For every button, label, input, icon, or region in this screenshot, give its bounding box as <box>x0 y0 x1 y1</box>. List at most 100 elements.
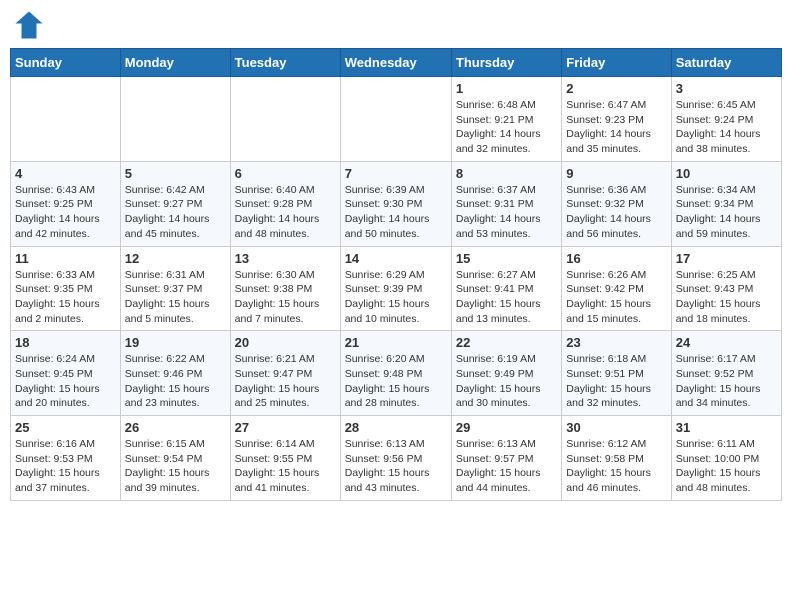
day-info: Sunrise: 6:15 AM Sunset: 9:54 PM Dayligh… <box>125 437 226 496</box>
day-cell: 10 Sunrise: 6:34 AM Sunset: 9:34 PM Dayli… <box>671 161 781 246</box>
day-number: 30 <box>566 420 666 435</box>
day-cell: 14Sunrise: 6:29 AM Sunset: 9:39 PM Dayli… <box>340 246 451 331</box>
day-cell: 4 Sunrise: 6:43 AM Sunset: 9:25 PM Daylig… <box>11 161 121 246</box>
day-cell: 26 Sunrise: 6:15 AM Sunset: 9:54 PM Dayli… <box>120 416 230 501</box>
day-cell: 11 Sunrise: 6:33 AM Sunset: 9:35 PM Dayli… <box>11 246 121 331</box>
day-number: 17 <box>676 251 777 266</box>
day-header-thursday: Thursday <box>451 49 561 77</box>
day-cell: 19 Sunrise: 6:22 AM Sunset: 9:46 PM Dayli… <box>120 331 230 416</box>
week-row-5: 25 Sunrise: 6:16 AM Sunset: 9:53 PM Dayli… <box>11 416 782 501</box>
page-header <box>10 10 782 40</box>
day-info: Sunrise: 6:47 AM Sunset: 9:23 PM Dayligh… <box>566 98 666 157</box>
day-cell: 15 Sunrise: 6:27 AM Sunset: 9:41 PM Dayli… <box>451 246 561 331</box>
day-cell <box>120 77 230 162</box>
day-info: Sunrise: 6:34 AM Sunset: 9:34 PM Dayligh… <box>676 183 777 242</box>
day-header-monday: Monday <box>120 49 230 77</box>
day-number: 11 <box>15 251 116 266</box>
day-cell <box>340 77 451 162</box>
day-cell: 7Sunrise: 6:39 AM Sunset: 9:30 PM Daylig… <box>340 161 451 246</box>
day-cell: 21 Sunrise: 6:20 AM Sunset: 9:48 PM Dayli… <box>340 331 451 416</box>
day-info: Sunrise: 6:24 AM Sunset: 9:45 PM Dayligh… <box>15 352 116 411</box>
day-cell <box>11 77 121 162</box>
day-number: 14 <box>345 251 447 266</box>
header-row: SundayMondayTuesdayWednesdayThursdayFrid… <box>11 49 782 77</box>
day-info: Sunrise: 6:33 AM Sunset: 9:35 PM Dayligh… <box>15 268 116 327</box>
day-cell: 3 Sunrise: 6:45 AM Sunset: 9:24 PM Daylig… <box>671 77 781 162</box>
day-number: 15 <box>456 251 557 266</box>
week-row-2: 4 Sunrise: 6:43 AM Sunset: 9:25 PM Daylig… <box>11 161 782 246</box>
day-number: 18 <box>15 335 116 350</box>
day-number: 31 <box>676 420 777 435</box>
day-number: 25 <box>15 420 116 435</box>
day-number: 29 <box>456 420 557 435</box>
day-info: Sunrise: 6:26 AM Sunset: 9:42 PM Dayligh… <box>566 268 666 327</box>
day-info: Sunrise: 6:21 AM Sunset: 9:47 PM Dayligh… <box>235 352 336 411</box>
day-info: Sunrise: 6:17 AM Sunset: 9:52 PM Dayligh… <box>676 352 777 411</box>
day-number: 24 <box>676 335 777 350</box>
day-info: Sunrise: 6:48 AM Sunset: 9:21 PM Dayligh… <box>456 98 557 157</box>
day-cell: 29 Sunrise: 6:13 AM Sunset: 9:57 PM Dayli… <box>451 416 561 501</box>
day-cell: 30 Sunrise: 6:12 AM Sunset: 9:58 PM Dayli… <box>562 416 671 501</box>
day-cell: 9 Sunrise: 6:36 AM Sunset: 9:32 PM Daylig… <box>562 161 671 246</box>
day-header-saturday: Saturday <box>671 49 781 77</box>
day-cell: 20 Sunrise: 6:21 AM Sunset: 9:47 PM Dayli… <box>230 331 340 416</box>
day-header-friday: Friday <box>562 49 671 77</box>
day-info: Sunrise: 6:36 AM Sunset: 9:32 PM Dayligh… <box>566 183 666 242</box>
day-cell: 12Sunrise: 6:31 AM Sunset: 9:37 PM Dayli… <box>120 246 230 331</box>
day-info: Sunrise: 6:19 AM Sunset: 9:49 PM Dayligh… <box>456 352 557 411</box>
day-number: 12 <box>125 251 226 266</box>
day-number: 27 <box>235 420 336 435</box>
day-info: Sunrise: 6:16 AM Sunset: 9:53 PM Dayligh… <box>15 437 116 496</box>
day-info: Sunrise: 6:30 AM Sunset: 9:38 PM Dayligh… <box>235 268 336 327</box>
day-info: Sunrise: 6:43 AM Sunset: 9:25 PM Dayligh… <box>15 183 116 242</box>
day-cell: 16Sunrise: 6:26 AM Sunset: 9:42 PM Dayli… <box>562 246 671 331</box>
calendar-table: SundayMondayTuesdayWednesdayThursdayFrid… <box>10 48 782 501</box>
day-info: Sunrise: 6:13 AM Sunset: 9:57 PM Dayligh… <box>456 437 557 496</box>
day-cell: 31 Sunrise: 6:11 AM Sunset: 10:00 PM Dayl… <box>671 416 781 501</box>
day-number: 7 <box>345 166 447 181</box>
day-info: Sunrise: 6:12 AM Sunset: 9:58 PM Dayligh… <box>566 437 666 496</box>
day-cell: 2 Sunrise: 6:47 AM Sunset: 9:23 PM Daylig… <box>562 77 671 162</box>
day-info: Sunrise: 6:11 AM Sunset: 10:00 PM Daylig… <box>676 437 777 496</box>
day-number: 26 <box>125 420 226 435</box>
day-number: 2 <box>566 81 666 96</box>
day-cell: 28Sunrise: 6:13 AM Sunset: 9:56 PM Dayli… <box>340 416 451 501</box>
day-info: Sunrise: 6:18 AM Sunset: 9:51 PM Dayligh… <box>566 352 666 411</box>
day-cell: 5 Sunrise: 6:42 AM Sunset: 9:27 PM Daylig… <box>120 161 230 246</box>
day-cell <box>230 77 340 162</box>
day-number: 22 <box>456 335 557 350</box>
day-number: 20 <box>235 335 336 350</box>
logo <box>14 10 48 40</box>
day-header-tuesday: Tuesday <box>230 49 340 77</box>
day-number: 9 <box>566 166 666 181</box>
week-row-1: 1 Sunrise: 6:48 AM Sunset: 9:21 PM Daylig… <box>11 77 782 162</box>
day-number: 13 <box>235 251 336 266</box>
day-info: Sunrise: 6:45 AM Sunset: 9:24 PM Dayligh… <box>676 98 777 157</box>
day-number: 4 <box>15 166 116 181</box>
logo-icon <box>14 10 44 40</box>
day-info: Sunrise: 6:22 AM Sunset: 9:46 PM Dayligh… <box>125 352 226 411</box>
day-header-sunday: Sunday <box>11 49 121 77</box>
week-row-3: 11 Sunrise: 6:33 AM Sunset: 9:35 PM Dayli… <box>11 246 782 331</box>
day-cell: 23 Sunrise: 6:18 AM Sunset: 9:51 PM Dayli… <box>562 331 671 416</box>
day-number: 1 <box>456 81 557 96</box>
day-number: 5 <box>125 166 226 181</box>
day-number: 19 <box>125 335 226 350</box>
day-number: 28 <box>345 420 447 435</box>
day-info: Sunrise: 6:25 AM Sunset: 9:43 PM Dayligh… <box>676 268 777 327</box>
day-cell: 18 Sunrise: 6:24 AM Sunset: 9:45 PM Dayli… <box>11 331 121 416</box>
day-number: 6 <box>235 166 336 181</box>
day-info: Sunrise: 6:27 AM Sunset: 9:41 PM Dayligh… <box>456 268 557 327</box>
day-cell: 25 Sunrise: 6:16 AM Sunset: 9:53 PM Dayli… <box>11 416 121 501</box>
day-number: 10 <box>676 166 777 181</box>
day-info: Sunrise: 6:14 AM Sunset: 9:55 PM Dayligh… <box>235 437 336 496</box>
day-number: 23 <box>566 335 666 350</box>
day-cell: 6Sunrise: 6:40 AM Sunset: 9:28 PM Daylig… <box>230 161 340 246</box>
day-header-wednesday: Wednesday <box>340 49 451 77</box>
day-info: Sunrise: 6:20 AM Sunset: 9:48 PM Dayligh… <box>345 352 447 411</box>
day-cell: 27 Sunrise: 6:14 AM Sunset: 9:55 PM Dayli… <box>230 416 340 501</box>
day-number: 3 <box>676 81 777 96</box>
day-cell: 22 Sunrise: 6:19 AM Sunset: 9:49 PM Dayli… <box>451 331 561 416</box>
day-info: Sunrise: 6:42 AM Sunset: 9:27 PM Dayligh… <box>125 183 226 242</box>
day-number: 21 <box>345 335 447 350</box>
